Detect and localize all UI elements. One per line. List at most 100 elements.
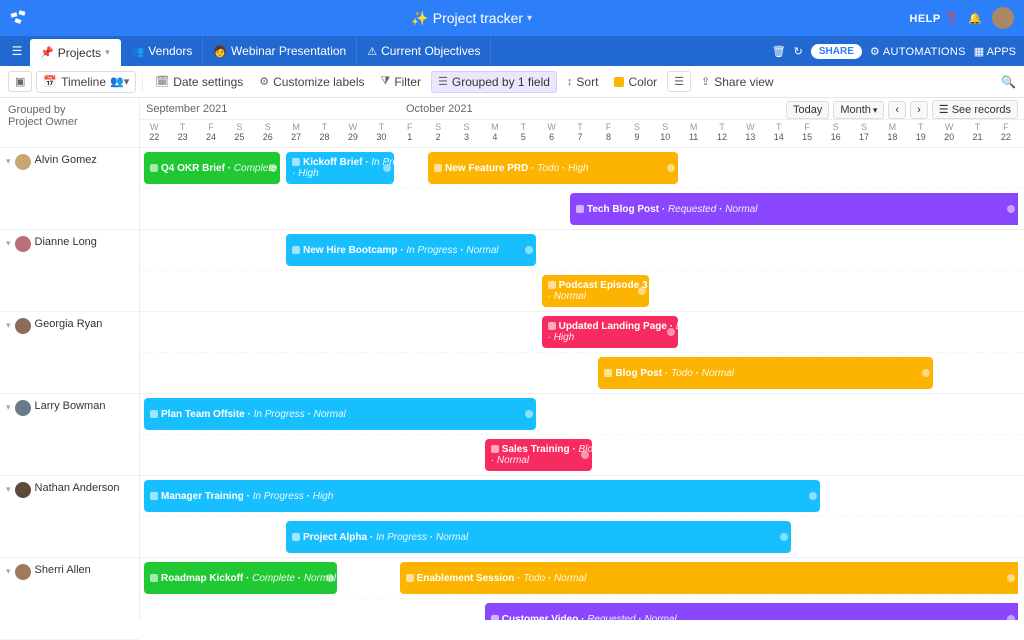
day-cell: T21: [963, 120, 991, 147]
tab-projects[interactable]: 📌Projects ▾: [30, 39, 121, 66]
record-card[interactable]: Tech Blog Post · Requested · Normal: [570, 193, 1018, 225]
owner-lanes: New Hire Bootcamp · In Progress · Normal…: [140, 230, 1024, 312]
avatar: [15, 154, 31, 170]
drag-handle-icon[interactable]: [667, 164, 675, 172]
see-records-button[interactable]: ☰ See records: [932, 100, 1018, 119]
avatar: [15, 236, 31, 252]
record-card[interactable]: Kickoff Brief · In Progress· High: [286, 152, 394, 184]
record-card[interactable]: Sales Training · Blocked· Normal: [485, 439, 593, 471]
customize-labels-button[interactable]: ⚙Customize labels: [253, 72, 370, 92]
row-height-button[interactable]: ☰: [667, 71, 691, 92]
history-icon[interactable]: ↻: [794, 45, 803, 58]
day-cell: S9: [623, 120, 651, 147]
owner-name: Georgia Ryan: [35, 318, 103, 330]
prev-button[interactable]: ‹: [888, 101, 906, 119]
record-card[interactable]: Q4 OKR Brief · Complete · Normal: [144, 152, 280, 184]
record-card[interactable]: Podcast Episode 3 · Todo· Normal: [542, 275, 650, 307]
day-cell: W22: [140, 120, 168, 147]
record-card[interactable]: New Hire Bootcamp · In Progress · Normal: [286, 234, 536, 266]
record-card[interactable]: Project Alpha · In Progress · Normal: [286, 521, 791, 553]
record-card[interactable]: Roadmap Kickoff · Complete · Normal: [144, 562, 337, 594]
drag-handle-icon[interactable]: [638, 287, 646, 295]
timeline-header: September 2021 October 2021 Today Month▾…: [140, 98, 1024, 148]
view-type[interactable]: 📅Timeline👥▾: [36, 71, 136, 93]
user-avatar[interactable]: [992, 7, 1014, 29]
chevron-down-icon[interactable]: ▾: [6, 402, 11, 413]
drag-handle-icon[interactable]: [326, 574, 334, 582]
record-card[interactable]: Updated Landing Page · Blocked· High: [542, 316, 678, 348]
tab-label: Webinar Presentation: [231, 44, 346, 58]
lane: Q4 OKR Brief · Complete · NormalKickoff …: [140, 148, 1024, 188]
date-settings-button[interactable]: 🗓Date settings: [149, 72, 249, 92]
record-card[interactable]: Plan Team Offsite · In Progress · Normal: [144, 398, 536, 430]
tab-current-objectives[interactable]: ⚠Current Objectives: [357, 36, 491, 66]
sort-button[interactable]: ↕Sort: [561, 72, 605, 92]
drag-handle-icon[interactable]: [269, 164, 277, 172]
table-tabs: ☰ 📌Projects ▾👥Vendors🧑Webinar Presentati…: [0, 36, 1024, 66]
chevron-down-icon[interactable]: ▾: [6, 484, 11, 495]
drag-handle-icon[interactable]: [525, 246, 533, 254]
drag-handle-icon[interactable]: [667, 328, 675, 336]
chevron-down-icon[interactable]: ▾: [6, 156, 11, 167]
chevron-down-icon: ▾: [527, 13, 532, 24]
day-cell: T19: [907, 120, 935, 147]
record-card[interactable]: Blog Post · Todo · Normal: [598, 357, 933, 389]
title-text: Project tracker: [433, 10, 523, 26]
owner-lanes: Plan Team Offsite · In Progress · Normal…: [140, 394, 1024, 476]
automations-link[interactable]: ⚙ AUTOMATIONS: [870, 45, 966, 58]
search-icon[interactable]: 🔍: [1001, 75, 1016, 89]
drag-handle-icon[interactable]: [581, 451, 589, 459]
menu-icon[interactable]: ☰: [4, 36, 30, 66]
drag-handle-icon[interactable]: [1007, 574, 1015, 582]
filter-button[interactable]: ⧩Filter: [375, 72, 427, 92]
drag-handle-icon[interactable]: [780, 533, 788, 541]
view-toolbar: ▣ 📅Timeline👥▾ 🗓Date settings ⚙Customize …: [0, 66, 1024, 98]
owner-lanes: Manager Training · In Progress · High Pro…: [140, 476, 1024, 558]
record-card[interactable]: Customer Video · Requested · Normal: [485, 603, 1019, 620]
lane: Roadmap Kickoff · Complete · Normal Enabl…: [140, 558, 1024, 598]
tab-label: Current Objectives: [381, 44, 480, 58]
sparkle-icon: ✨: [411, 10, 428, 27]
owner-lanes: Q4 OKR Brief · Complete · NormalKickoff …: [140, 148, 1024, 230]
share-button[interactable]: SHARE: [811, 44, 862, 59]
day-cell: M27: [282, 120, 310, 147]
drag-handle-icon[interactable]: [383, 164, 391, 172]
group-button[interactable]: ☰Grouped by 1 field: [431, 71, 557, 93]
base-title[interactable]: ✨ Project tracker ▾: [34, 10, 909, 27]
record-card[interactable]: New Feature PRD · Todo · High: [428, 152, 678, 184]
timeline-area[interactable]: September 2021 October 2021 Today Month▾…: [140, 98, 1024, 620]
drag-handle-icon[interactable]: [809, 492, 817, 500]
owner-column: Grouped by Project Owner ▾Alvin Gomez▾Di…: [0, 98, 140, 620]
drag-handle-icon[interactable]: [1007, 615, 1015, 620]
chevron-down-icon[interactable]: ▾: [6, 320, 11, 331]
color-button[interactable]: Color: [608, 72, 663, 92]
tab-label: Vendors: [148, 44, 192, 58]
chevron-down-icon[interactable]: ▾: [6, 566, 11, 577]
share-view-button[interactable]: ⇪Share view: [695, 72, 780, 92]
apps-link[interactable]: ▦ APPS: [974, 45, 1016, 58]
owner-lanes: Roadmap Kickoff · Complete · Normal Enabl…: [140, 558, 1024, 620]
lane: Manager Training · In Progress · High: [140, 476, 1024, 516]
trash-icon[interactable]: 🗑: [772, 45, 786, 58]
drag-handle-icon[interactable]: [1007, 205, 1015, 213]
next-button[interactable]: ›: [910, 101, 928, 119]
record-card[interactable]: Manager Training · In Progress · High: [144, 480, 820, 512]
help-link[interactable]: HELP ❓: [909, 12, 958, 25]
bell-icon[interactable]: 🔔: [968, 12, 982, 25]
tab-vendors[interactable]: 👥Vendors: [121, 36, 204, 66]
chevron-down-icon[interactable]: ▾: [6, 238, 11, 249]
day-cell: M11: [679, 120, 707, 147]
day-cell: W6: [537, 120, 565, 147]
drag-handle-icon[interactable]: [922, 369, 930, 377]
drag-handle-icon[interactable]: [525, 410, 533, 418]
day-cell: W13: [736, 120, 764, 147]
tab-webinar-presentation[interactable]: 🧑Webinar Presentation: [203, 36, 357, 66]
record-card[interactable]: Enablement Session · Todo · Normal: [400, 562, 1019, 594]
today-button[interactable]: Today: [786, 101, 829, 119]
scale-select[interactable]: Month▾: [833, 101, 884, 119]
lane: Podcast Episode 3 · Todo· Normal: [140, 270, 1024, 310]
views-sidebar-toggle[interactable]: ▣: [8, 71, 32, 92]
day-cell: F22: [992, 120, 1020, 147]
day-cell: T23: [168, 120, 196, 147]
logo-icon[interactable]: [10, 9, 28, 27]
